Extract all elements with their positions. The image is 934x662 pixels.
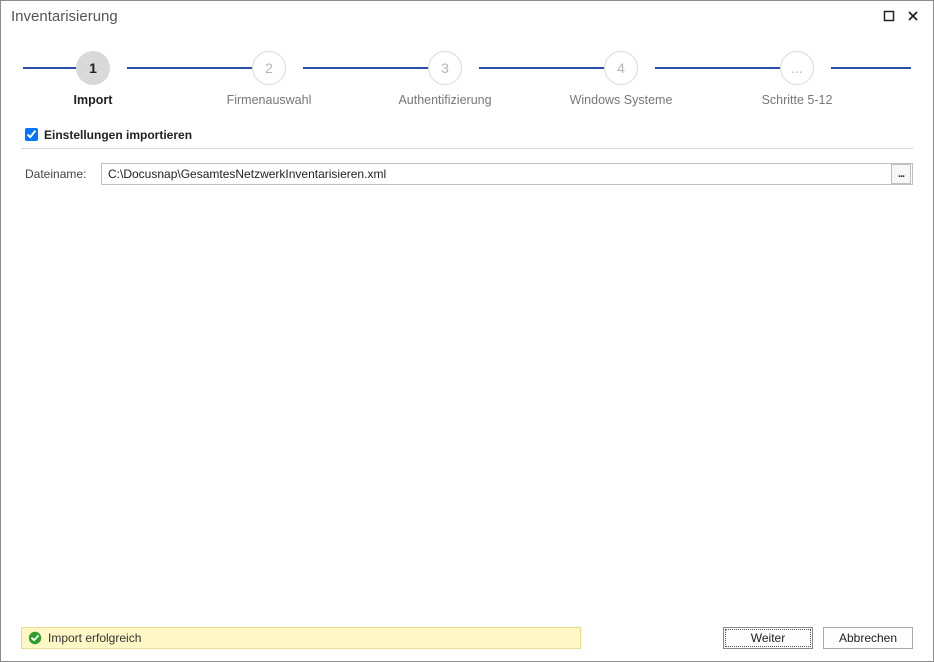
step-3[interactable]: 3 [428, 51, 462, 85]
step-1-label: Import [23, 93, 163, 107]
close-icon[interactable] [903, 6, 923, 26]
step-4[interactable]: 4 [604, 51, 638, 85]
filename-input[interactable] [102, 167, 891, 181]
step-2-label: Firmenauswahl [199, 93, 339, 107]
browse-button[interactable]: ... [891, 164, 911, 184]
step-3-label: Authentifizierung [375, 93, 515, 107]
import-settings-label: Einstellungen importieren [44, 128, 192, 142]
ellipsis-icon: ... [898, 168, 904, 180]
maximize-icon[interactable] [879, 6, 899, 26]
step-1[interactable]: 1 [76, 51, 110, 85]
filename-label: Dateiname: [21, 167, 101, 181]
step-4-label: Windows Systeme [551, 93, 691, 107]
step-indicator: 1 2 3 4 ... Import Firmenauswahl Authent… [1, 31, 933, 121]
status-bar: Import erfolgreich [21, 627, 581, 649]
titlebar: Inventarisierung [1, 1, 933, 31]
content-area: Einstellungen importieren Dateiname: ... [1, 121, 933, 625]
filename-field-wrap: ... [101, 163, 913, 185]
filename-row: Dateiname: ... [21, 161, 913, 187]
success-icon [28, 631, 42, 645]
import-settings-checkbox[interactable] [25, 128, 38, 141]
step-2[interactable]: 2 [252, 51, 286, 85]
step-more-label: Schritte 5-12 [727, 93, 867, 107]
cancel-button[interactable]: Abbrechen [823, 627, 913, 649]
wizard-window: Inventarisierung 1 2 3 4 ... Import Firm… [0, 0, 934, 662]
window-title: Inventarisierung [11, 8, 875, 25]
section-header: Einstellungen importieren [21, 125, 913, 149]
step-more[interactable]: ... [780, 51, 814, 85]
status-text: Import erfolgreich [48, 631, 141, 645]
next-button[interactable]: Weiter [723, 627, 813, 649]
footer: Import erfolgreich Weiter Abbrechen [1, 625, 933, 661]
